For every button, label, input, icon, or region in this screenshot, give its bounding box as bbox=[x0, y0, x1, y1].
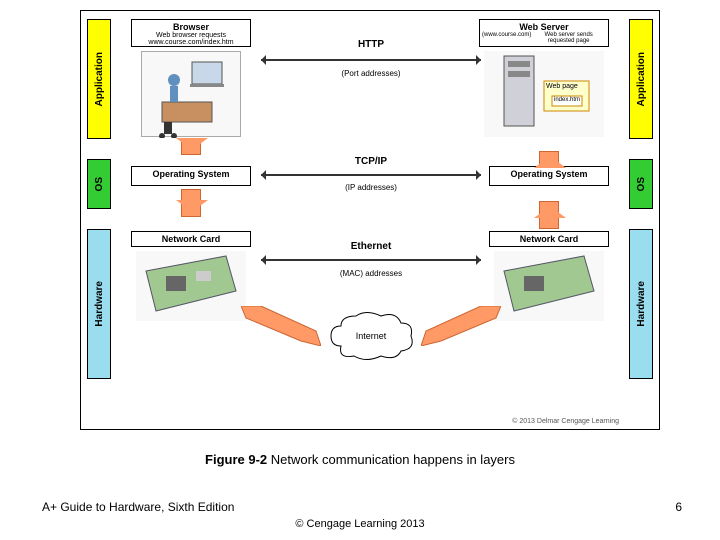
layer-label-hardware-left: Hardware bbox=[87, 229, 111, 379]
layer-label-application-right: Application bbox=[629, 19, 653, 139]
arrow-nic-to-os bbox=[539, 201, 559, 229]
tcpip-arrow bbox=[261, 174, 481, 176]
internet-cloud: Internet bbox=[326, 311, 416, 366]
webserver-title: Web Server bbox=[482, 22, 606, 32]
arrow-os-to-webserver bbox=[539, 151, 559, 165]
copyright-footer: © Cengage Learning 2013 bbox=[0, 518, 720, 530]
ethernet-label: Ethernet bbox=[321, 241, 421, 252]
figure-text: Network communication happens in layers bbox=[267, 452, 515, 467]
http-sub: (Port addresses) bbox=[321, 69, 421, 78]
arrow-os-to-nic bbox=[181, 189, 201, 217]
webserver-subtext: Web server sends requested page bbox=[531, 32, 606, 44]
figure-number: Figure 9-2 bbox=[205, 452, 267, 467]
arrow-internet-to-server bbox=[421, 306, 501, 346]
webpage-label: Web page bbox=[546, 83, 578, 90]
tcpip-label: TCP/IP bbox=[321, 156, 421, 167]
layer-label-hardware-right: Hardware bbox=[629, 229, 653, 379]
browser-subtext: Web browser requests www.course.com/inde… bbox=[134, 32, 248, 46]
book-title: A+ Guide to Hardware, Sixth Edition bbox=[42, 500, 234, 514]
layer-label-os-right: OS bbox=[629, 159, 653, 209]
network-layers-diagram: Application OS Hardware Application OS H… bbox=[80, 10, 660, 430]
browser-box: Browser Web browser requests www.course.… bbox=[131, 19, 251, 47]
http-arrow bbox=[261, 59, 481, 61]
client-nic-box: Network Card bbox=[131, 231, 251, 247]
server-os-box: Operating System bbox=[489, 166, 609, 186]
server-nic-illustration bbox=[494, 251, 604, 321]
ethernet-arrow bbox=[261, 259, 481, 261]
internet-label: Internet bbox=[326, 331, 416, 341]
arrow-browser-to-os bbox=[181, 139, 201, 155]
server-nic-box: Network Card bbox=[489, 231, 609, 247]
server-nic-title: Network Card bbox=[492, 234, 606, 244]
server-os-title: Operating System bbox=[492, 169, 606, 179]
client-nic-title: Network Card bbox=[134, 234, 248, 244]
client-nic-illustration bbox=[136, 251, 246, 321]
figure-caption: Figure 9-2 Network communication happens… bbox=[0, 452, 720, 467]
layer-label-os-left: OS bbox=[87, 159, 111, 209]
webserver-url: (www.course.com) bbox=[482, 32, 531, 44]
webserver-box: Web Server (www.course.com) Web server s… bbox=[479, 19, 609, 47]
tcpip-sub: (IP addresses) bbox=[321, 183, 421, 192]
layer-label-application-left: Application bbox=[87, 19, 111, 139]
browser-illustration bbox=[141, 51, 241, 137]
browser-title: Browser bbox=[134, 22, 248, 32]
client-os-title: Operating System bbox=[134, 169, 248, 179]
ethernet-sub: (MAC) addresses bbox=[321, 269, 421, 278]
diagram-copyright: © 2013 Delmar Cengage Learning bbox=[512, 418, 619, 425]
client-os-box: Operating System bbox=[131, 166, 251, 186]
http-label: HTTP bbox=[321, 39, 421, 50]
arrow-client-to-internet bbox=[241, 306, 321, 346]
page-number: 6 bbox=[675, 500, 682, 514]
webserver-illustration: Web page index.htm bbox=[484, 51, 604, 137]
indexfile-label: index.htm bbox=[554, 97, 580, 103]
